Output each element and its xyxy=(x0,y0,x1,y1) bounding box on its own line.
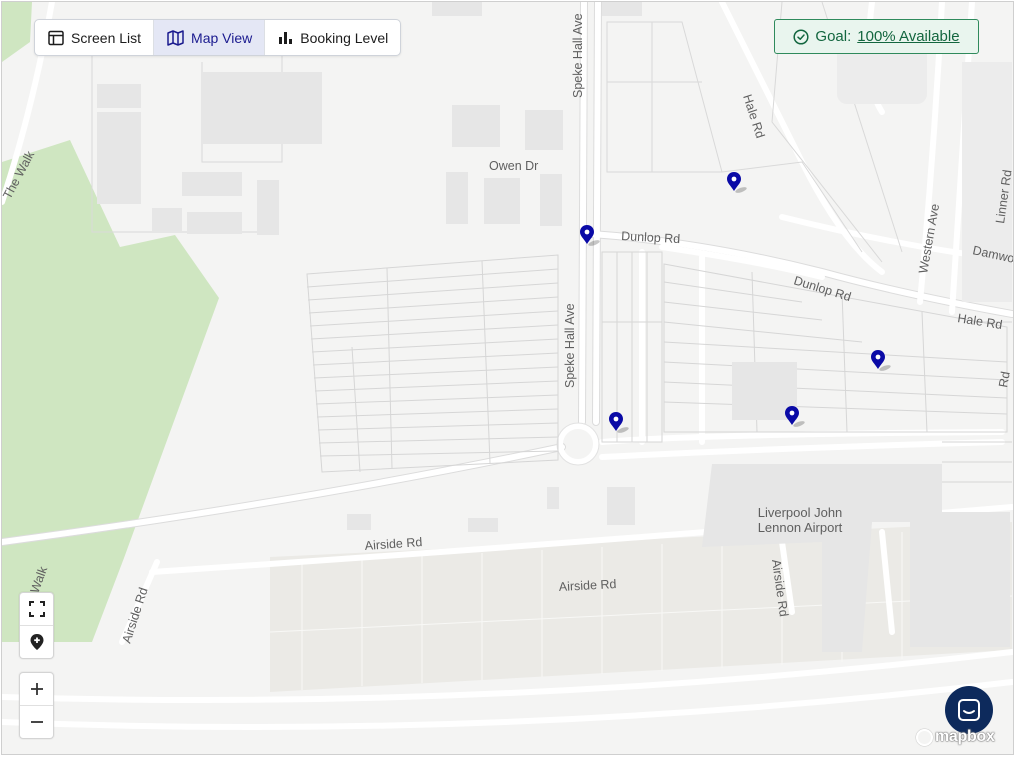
plus-icon xyxy=(30,683,43,695)
bar-chart-icon xyxy=(279,32,293,44)
map-icon xyxy=(167,29,184,46)
map-view-button[interactable]: Map View xyxy=(154,20,266,55)
goal-prefix: Goal: xyxy=(815,28,852,45)
fullscreen-button[interactable] xyxy=(20,593,53,625)
map-control-group-top xyxy=(19,592,54,659)
road-label-east-edge: Rd xyxy=(996,370,1013,388)
road-label-speke-hall-ave-south: Speke Hall Ave xyxy=(563,303,577,388)
chat-launcher-button[interactable] xyxy=(945,686,993,734)
airport-label-line2: Lennon Airport xyxy=(758,520,843,535)
booking-level-button[interactable]: Booking Level xyxy=(265,20,400,55)
goal-value-link[interactable]: 100% Available xyxy=(857,28,959,45)
booking-level-label: Booking Level xyxy=(300,29,389,46)
fullscreen-icon xyxy=(28,601,45,617)
table-icon xyxy=(48,30,64,45)
mapbox-logo-icon xyxy=(916,728,933,746)
screen-list-label: Screen List xyxy=(71,29,142,46)
airport-label-line1: Liverpool John xyxy=(758,505,843,520)
mapbox-logo-text: mapbox xyxy=(935,728,995,745)
map-canvas[interactable]: The Walk Walk Speke Hall Ave Speke Hall … xyxy=(2,2,1013,754)
map-container[interactable]: The Walk Walk Speke Hall Ave Speke Hall … xyxy=(1,1,1014,755)
zoom-out-button[interactable] xyxy=(20,705,53,738)
map-control-group-zoom xyxy=(19,672,54,739)
mapbox-logo[interactable]: mapbox xyxy=(916,728,995,746)
geolocate-button[interactable] xyxy=(20,625,53,658)
minus-icon xyxy=(30,721,43,723)
goal-badge: Goal: 100% Available xyxy=(774,19,979,54)
map-view-label: Map View xyxy=(191,29,253,46)
zoom-in-button[interactable] xyxy=(20,673,53,705)
chat-icon xyxy=(958,699,980,721)
road-label-owen-dr: Owen Dr xyxy=(489,159,538,173)
view-toggle: Screen List Map View Booking Level xyxy=(34,19,402,56)
check-circle-icon xyxy=(793,28,809,45)
road-label-speke-hall-ave-north: Speke Hall Ave xyxy=(571,13,585,98)
screen-list-button[interactable]: Screen List xyxy=(35,20,155,55)
geolocate-icon xyxy=(30,634,43,650)
